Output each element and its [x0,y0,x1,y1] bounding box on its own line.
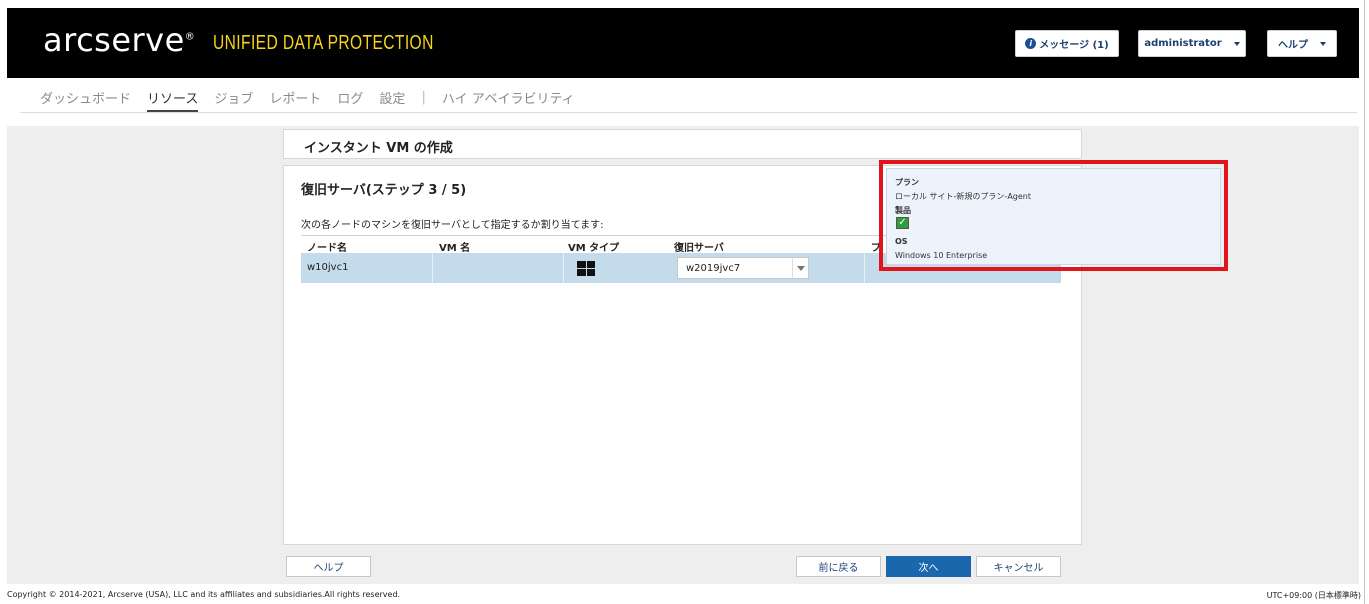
nav-jobs[interactable]: ジョブ [214,88,253,107]
column-vm-name[interactable]: VM 名 [439,239,470,254]
app-header: arcserve® UNIFIED DATA PROTECTION i メッセー… [7,8,1359,78]
help-button[interactable]: ヘルプ [286,556,371,577]
recovery-server-value: w2019jvc7 [686,263,741,274]
arcserve-logo: arcserve® [43,21,195,59]
product-label: 製品 [895,206,911,215]
chevron-down-icon [1233,41,1240,46]
messages-label: メッセージ (1) [1039,40,1109,51]
info-icon: i [1025,38,1037,49]
os-label: OS [895,237,908,246]
main-nav: ダッシュボード リソース ジョブ レポート ログ 設定 | ハイ アベイラビリテ… [40,86,591,112]
tooltip-content: プラン ローカル サイト-新規のプラン-Agent 製品 ✓ OS Window… [886,168,1221,265]
messages-button[interactable]: i メッセージ (1) [1015,30,1119,57]
step-description: 次の各ノードのマシンを復旧サーバとして指定するか割り当てます: [301,220,604,231]
windows-icon [577,261,595,276]
os-value: Windows 10 Enterprise [895,251,988,260]
user-menu-button[interactable]: administrator [1138,30,1246,57]
cancel-button[interactable]: キャンセル [976,556,1061,577]
nav-high-availability[interactable]: ハイ アベイラビリティ [442,88,575,107]
cell-node-name: w10jvc1 [301,253,433,283]
recovery-server-select[interactable]: w2019jvc7 [677,257,809,279]
plan-value: ローカル サイト-新規のプラン-Agent [895,192,1031,201]
user-label: administrator [1144,38,1222,49]
step-title: 復旧サーバ(ステップ 3 / 5) [301,183,467,198]
next-button[interactable]: 次へ [886,556,971,577]
help-label: ヘルプ [1278,40,1308,51]
wizard-title-panel: インスタント VM の作成 [283,129,1082,159]
nav-separator: | [421,89,426,105]
nav-reports[interactable]: レポート [269,88,321,107]
column-recovery-server[interactable]: 復旧サーバ [674,239,724,254]
chevron-down-icon [1320,41,1326,46]
logo-text: arcserve [43,21,185,59]
nav-dashboard[interactable]: ダッシュボード [40,88,131,107]
node-name-value: w10jvc1 [307,262,349,273]
timezone-text: UTC+09:00 (日本標準時) [1266,591,1361,600]
logo-mark: ® [184,31,196,43]
column-node-name[interactable]: ノード名 [307,239,347,254]
window-edge [1364,0,1365,604]
help-menu-button[interactable]: ヘルプ [1267,30,1337,57]
wizard-title: インスタント VM の作成 [304,141,453,156]
plan-info-tooltip: プラン ローカル サイト-新規のプラン-Agent 製品 ✓ OS Window… [879,160,1228,271]
back-button[interactable]: 前に戻る [796,556,881,577]
nav-settings[interactable]: 設定 [379,88,405,107]
nav-resources[interactable]: リソース [147,88,199,112]
chevron-down-icon[interactable] [792,258,808,278]
product-name: UNIFIED DATA PROTECTION [213,32,434,54]
agent-check-icon: ✓ [896,217,909,229]
plan-label: プラン [895,178,919,187]
nav-logs[interactable]: ログ [337,88,363,107]
column-vm-type[interactable]: VM タイプ [568,239,619,254]
nav-divider [20,112,1357,113]
copyright-text: Copyright © 2014-2021, Arcserve (USA), L… [7,590,401,599]
cell-vm-name [433,253,564,283]
